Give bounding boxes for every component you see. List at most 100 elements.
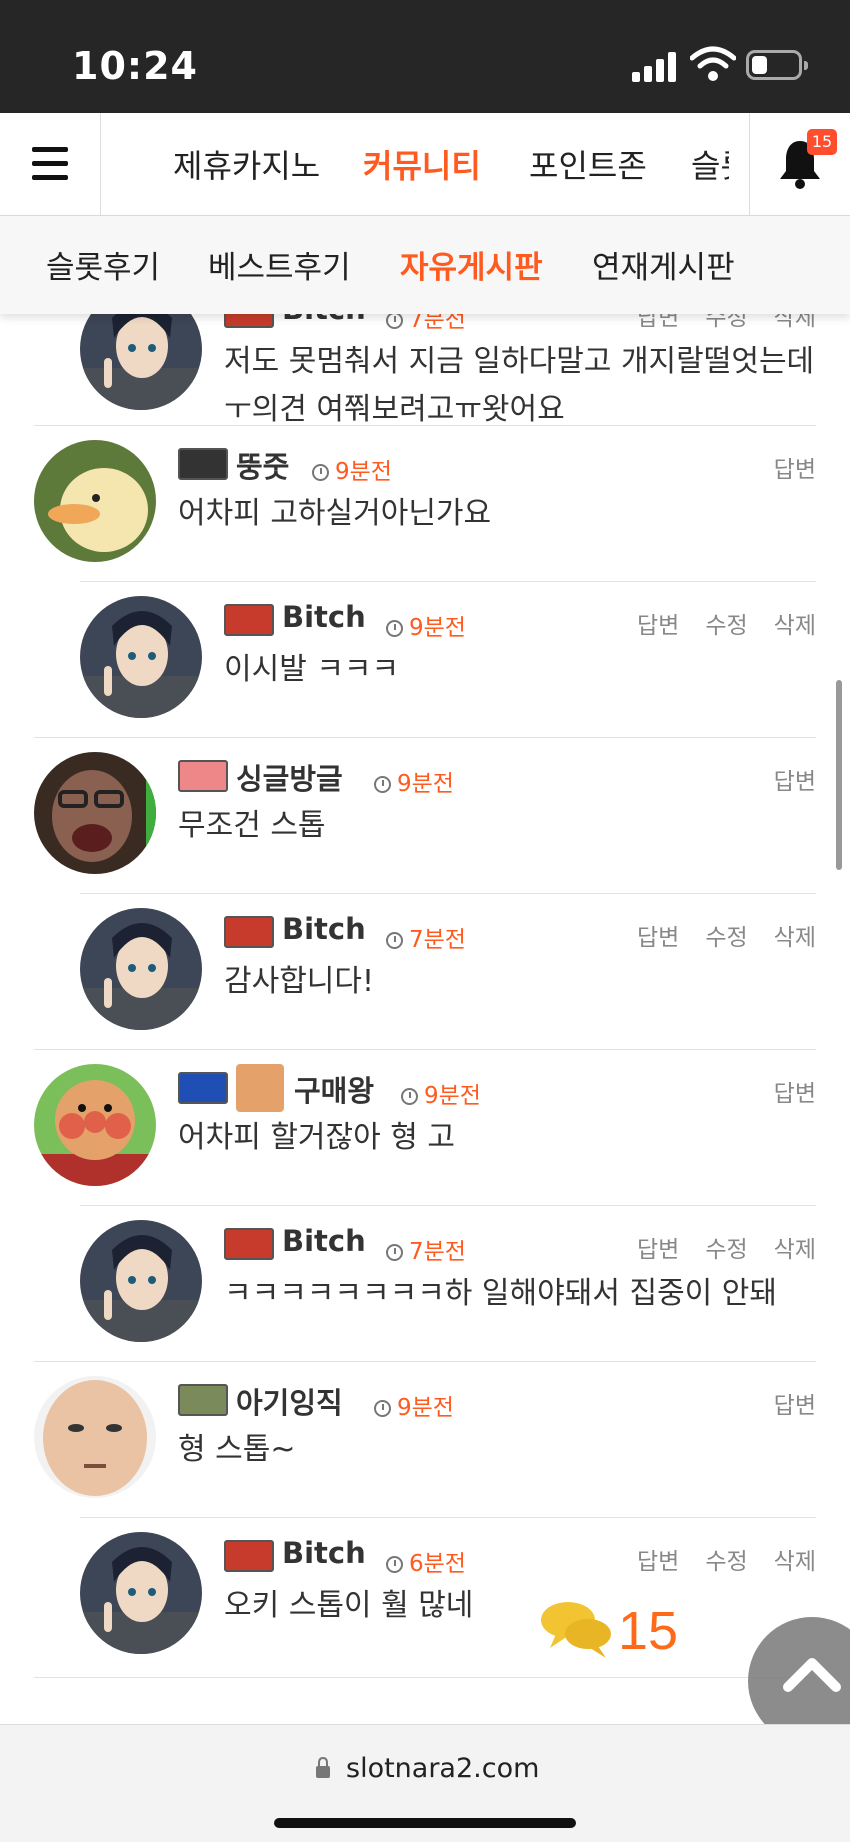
comment-time: 9분전: [312, 452, 392, 486]
tab-best-review[interactable]: 베스트후기: [208, 242, 351, 287]
comment-text: 형 스톱~: [178, 1432, 296, 1467]
delete-button[interactable]: 삭제: [774, 613, 816, 639]
reply-comment: Bitch 7분전 답변 수정 삭제 ㅋㅋㅋㅋㅋㅋㅋㅋ하 일해야돼서 집중이 안돼: [0, 1206, 850, 1362]
reply-button[interactable]: 답변: [774, 769, 816, 795]
reply-button[interactable]: 답변: [637, 314, 679, 331]
avatar[interactable]: [80, 314, 202, 410]
delete-button[interactable]: 삭제: [774, 1237, 816, 1263]
edit-button[interactable]: 수정: [705, 1237, 747, 1263]
tab-slot-review[interactable]: 슬롯후기: [46, 242, 160, 287]
author-name[interactable]: Bitch: [282, 600, 366, 634]
edit-button[interactable]: 수정: [705, 314, 747, 331]
avatar[interactable]: [80, 596, 202, 718]
delete-button[interactable]: 삭제: [774, 314, 816, 331]
author-name[interactable]: Bitch: [282, 912, 366, 946]
clock-icon: [386, 1244, 403, 1261]
tab-free-board[interactable]: 자유게시판: [400, 242, 543, 287]
avatar[interactable]: [34, 752, 156, 874]
level-badge-icon: [178, 760, 228, 792]
tab-series-board[interactable]: 연재게시판: [592, 242, 735, 287]
reply-comment: Bitch 6분전 답변 수정 삭제오키 스톱이 훨 많네: [0, 1518, 850, 1678]
clock-icon: [386, 314, 403, 329]
wifi-icon: [690, 46, 736, 81]
comment-actions: 답변 수정 삭제: [611, 314, 816, 332]
author-name[interactable]: 구매왕: [294, 1068, 374, 1110]
comment-actions: 답변: [748, 762, 816, 796]
status-time: 10:24: [72, 44, 198, 88]
clock-icon: [374, 1400, 391, 1417]
reply-button[interactable]: 답변: [774, 1081, 816, 1107]
reply-button[interactable]: 답변: [637, 1237, 679, 1263]
avatar[interactable]: [34, 1376, 156, 1498]
nav-item-point-zone[interactable]: 포인트존: [529, 141, 647, 187]
edit-button[interactable]: 수정: [705, 925, 747, 951]
comment-text: 어차피 고하실거아닌가요: [178, 496, 492, 531]
comment-text: 저도 못멈춰서 지금 일하다말고 개지랄떨엇는데: [224, 344, 815, 379]
author-name[interactable]: 싱글방글: [236, 756, 343, 798]
notification-button[interactable]: 15: [749, 113, 850, 215]
browser-address-bar[interactable]: slotnara2.com: [0, 1724, 850, 1842]
hamburger-menu-button[interactable]: [0, 113, 101, 215]
edit-button[interactable]: 수정: [705, 613, 747, 639]
speech-bubbles-icon: [541, 1602, 611, 1658]
reply-button[interactable]: 답변: [637, 1549, 679, 1575]
comment-text: 이시발 ㅋㅋㅋ: [224, 652, 400, 687]
top-navigation: 제휴카지노 커뮤니티 포인트존 슬롯 15: [0, 113, 850, 216]
edit-button[interactable]: 수정: [705, 1549, 747, 1575]
comment-time: 7분전: [386, 920, 466, 954]
comment: 아기잉직 9분전 답변형 스톱~: [0, 1362, 850, 1518]
comment-text: ㅋㅋㅋㅋㅋㅋㅋㅋ하 일해야돼서 집중이 안돼: [224, 1276, 778, 1311]
comment-actions: 답변 수정 삭제: [611, 1230, 816, 1264]
author-name[interactable]: 아기잉직: [236, 1380, 343, 1422]
avatar[interactable]: [34, 1064, 156, 1186]
delete-button[interactable]: 삭제: [774, 1549, 816, 1575]
comment-text: 어차피 할거잖아 형 고: [178, 1120, 456, 1155]
nav-item-slot[interactable]: 슬롯: [691, 141, 729, 187]
reply-button[interactable]: 답변: [774, 457, 816, 483]
comment-time: 9분전: [374, 764, 454, 798]
home-indicator[interactable]: [274, 1818, 576, 1828]
level-badge-icon: [224, 916, 274, 948]
time-text: 7분전: [409, 927, 466, 953]
author-name[interactable]: Bitch: [282, 1536, 366, 1570]
delete-button[interactable]: 삭제: [774, 925, 816, 951]
comment-time: 7분전: [386, 1232, 466, 1266]
nav-item-partner-casino[interactable]: 제휴카지노: [173, 141, 320, 187]
author-name[interactable]: Bitch: [282, 314, 366, 326]
comment-time: 6분전: [386, 1544, 466, 1578]
notification-badge: 15: [807, 129, 837, 155]
avatar[interactable]: [80, 908, 202, 1030]
avatar[interactable]: [80, 1220, 202, 1342]
comment-time: 9분전: [386, 608, 466, 642]
comment-count-widget[interactable]: 15: [540, 1598, 678, 1668]
comment-actions: 답변 수정 삭제: [611, 606, 816, 640]
time-text: 6분전: [409, 1551, 466, 1577]
time-text: 7분전: [409, 314, 466, 333]
author-name[interactable]: Bitch: [282, 1224, 366, 1258]
character-badge-icon: [236, 1064, 284, 1112]
avatar[interactable]: [34, 440, 156, 562]
reply-comment: Bitch 7분전 답변 수정 삭제 감사합니다!: [0, 894, 850, 1050]
reply-button[interactable]: 답변: [774, 1393, 816, 1419]
comment-list: Bitch7분전답변수정삭제저도 못멈춰서 지금 일하다말고 개지랄떨엇는데ㅜ의…: [0, 314, 850, 1724]
comment-count: 15: [618, 1601, 679, 1661]
level-badge-icon: [178, 1072, 228, 1104]
reply-button[interactable]: 답변: [637, 613, 679, 639]
time-text: 7분전: [409, 1239, 466, 1265]
time-text: 9분전: [397, 1395, 454, 1421]
nav-scroll[interactable]: 제휴카지노 커뮤니티 포인트존 슬롯: [101, 113, 729, 215]
comment-text: 무조건 스톱: [178, 808, 326, 843]
comment-text: 오키 스톱이 훨 많네: [224, 1588, 474, 1623]
avatar[interactable]: [80, 1532, 202, 1654]
cellular-signal-icon: [632, 50, 680, 82]
comment-actions: 답변: [748, 1386, 816, 1420]
author-name[interactable]: 뚱줏: [236, 444, 289, 486]
battery-icon: [746, 50, 808, 80]
comment: 구매왕 9분전 답변 어차피 할거잖아 형 고: [0, 1050, 850, 1206]
reply-button[interactable]: 답변: [637, 925, 679, 951]
clock-icon: [374, 776, 391, 793]
scrollbar[interactable]: [836, 680, 842, 870]
divider: [34, 1677, 816, 1678]
level-badge-icon: [224, 314, 274, 328]
nav-item-community[interactable]: 커뮤니티: [363, 141, 481, 187]
